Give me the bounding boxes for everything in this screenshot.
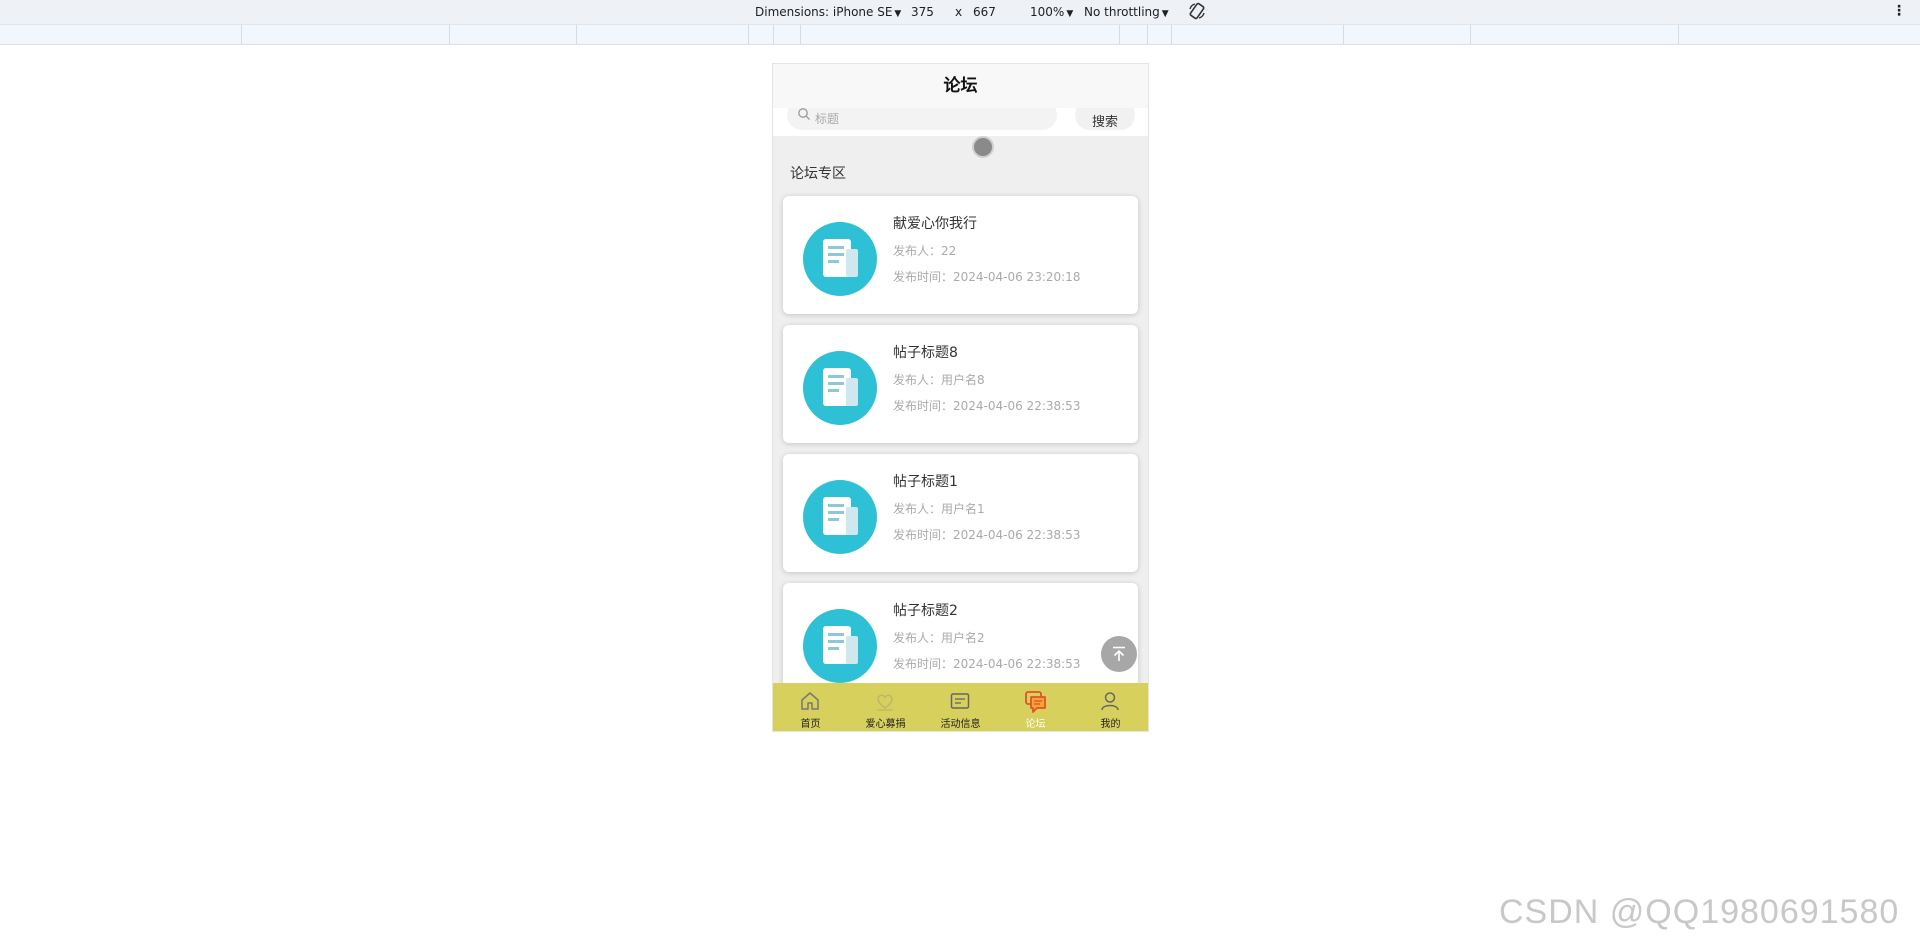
caret-down-icon: ▼ bbox=[1066, 9, 1074, 19]
page-title: 论坛 bbox=[773, 64, 1148, 108]
caret-down-icon: ▼ bbox=[1161, 9, 1169, 19]
zoom-select[interactable]: 100% ▼ bbox=[1030, 5, 1073, 19]
more-options-icon[interactable]: ⋮ bbox=[1892, 3, 1906, 19]
post-card[interactable]: 帖子标题1 发布人：用户名1 发布时间：2024-04-06 22:38:53 bbox=[783, 454, 1138, 572]
device-dimensions-label: Dimensions: iPhone SE bbox=[755, 5, 893, 19]
post-author: 发布人：用户名1 bbox=[893, 502, 985, 516]
times-symbol: x bbox=[955, 5, 963, 19]
search-placeholder: 标题 bbox=[815, 112, 840, 126]
post-time: 发布时间：2024-04-06 22:38:53 bbox=[893, 399, 1081, 413]
post-title: 帖子标题2 bbox=[893, 603, 958, 619]
post-card[interactable]: 献爱心你我行 发布人：22 发布时间：2024-04-06 23:20:18 bbox=[783, 196, 1138, 314]
tab-bar: 首页 爱心募捐 活动信息 论坛 我的 bbox=[773, 683, 1148, 731]
tab-label: 我的 bbox=[1100, 719, 1121, 730]
post-card[interactable]: 帖子标题8 发布人：用户名8 发布时间：2024-04-06 22:38:53 bbox=[783, 325, 1138, 443]
post-author: 发布人：22 bbox=[893, 244, 957, 258]
ruler-tick bbox=[1678, 25, 1679, 44]
ruler-tick bbox=[1343, 25, 1344, 44]
search-bar: 标题 搜索 bbox=[773, 108, 1148, 136]
device-select[interactable]: Dimensions: iPhone SE ▼ bbox=[755, 5, 901, 19]
ruler-tick bbox=[800, 25, 801, 44]
post-time: 发布时间：2024-04-06 22:38:53 bbox=[893, 657, 1081, 671]
post-author: 发布人：用户名8 bbox=[893, 373, 985, 387]
tab-donation[interactable]: 爱心募捐 bbox=[848, 683, 923, 731]
search-input[interactable]: 标题 bbox=[787, 108, 1057, 130]
ruler-tick bbox=[1171, 25, 1172, 44]
ruler-tick bbox=[1470, 25, 1471, 44]
back-to-top-button[interactable] bbox=[1101, 636, 1137, 672]
throttling-select[interactable]: No throttling ▼ bbox=[1084, 5, 1169, 19]
ruler-tick bbox=[1147, 25, 1148, 44]
document-icon bbox=[803, 480, 877, 554]
post-author: 发布人：用户名2 bbox=[893, 631, 985, 645]
media-query-ruler bbox=[0, 25, 1920, 45]
devtools-toolbar: Dimensions: iPhone SE ▼ 375 x 667 100% ▼ N… bbox=[0, 0, 1920, 25]
post-title: 献爱心你我行 bbox=[893, 216, 977, 232]
height-input[interactable]: 667 bbox=[973, 5, 996, 19]
phone-viewport: 论坛 标题 搜索 论坛专区 献爱心你我行 发布人：22 发布时间：2024-04… bbox=[773, 64, 1148, 731]
post-title: 帖子标题1 bbox=[893, 474, 958, 490]
ruler-tick bbox=[748, 25, 749, 44]
section-title: 论坛专区 bbox=[790, 166, 846, 182]
search-icon bbox=[798, 108, 810, 120]
arrow-up-icon bbox=[1113, 646, 1125, 661]
user-icon bbox=[1101, 692, 1119, 711]
tab-label: 论坛 bbox=[1025, 719, 1046, 730]
caret-down-icon: ▼ bbox=[894, 9, 902, 19]
tab-activity[interactable]: 活动信息 bbox=[923, 683, 998, 731]
post-time: 发布时间：2024-04-06 23:20:18 bbox=[893, 270, 1081, 284]
tab-home[interactable]: 首页 bbox=[773, 683, 848, 731]
document-icon bbox=[803, 609, 877, 683]
tab-label: 首页 bbox=[800, 719, 821, 730]
rotate-icon[interactable] bbox=[1187, 1, 1207, 21]
tab-forum[interactable]: 论坛 bbox=[998, 683, 1073, 731]
zoom-label: 100% bbox=[1030, 5, 1065, 19]
post-title: 帖子标题8 bbox=[893, 345, 958, 361]
document-icon bbox=[803, 222, 877, 296]
pull-refresh-indicator bbox=[972, 136, 994, 158]
activity-icon bbox=[950, 693, 970, 709]
ruler-tick bbox=[1119, 25, 1120, 44]
heart-icon bbox=[877, 694, 893, 711]
ruler-tick bbox=[449, 25, 450, 44]
width-input[interactable]: 375 bbox=[911, 5, 934, 19]
tab-label: 活动信息 bbox=[940, 719, 981, 730]
post-time: 发布时间：2024-04-06 22:38:53 bbox=[893, 528, 1081, 542]
ruler-tick bbox=[773, 25, 774, 44]
home-icon bbox=[801, 692, 819, 710]
throttling-label: No throttling bbox=[1084, 5, 1160, 19]
ruler-tick bbox=[241, 25, 242, 44]
search-button[interactable]: 搜索 bbox=[1075, 108, 1135, 130]
forum-icon bbox=[1025, 691, 1046, 713]
watermark: CSDN @QQ1980691580 bbox=[1499, 893, 1900, 931]
document-icon bbox=[803, 351, 877, 425]
tab-profile[interactable]: 我的 bbox=[1073, 683, 1148, 731]
tab-label: 爱心募捐 bbox=[865, 719, 906, 730]
ruler-tick bbox=[576, 25, 577, 44]
